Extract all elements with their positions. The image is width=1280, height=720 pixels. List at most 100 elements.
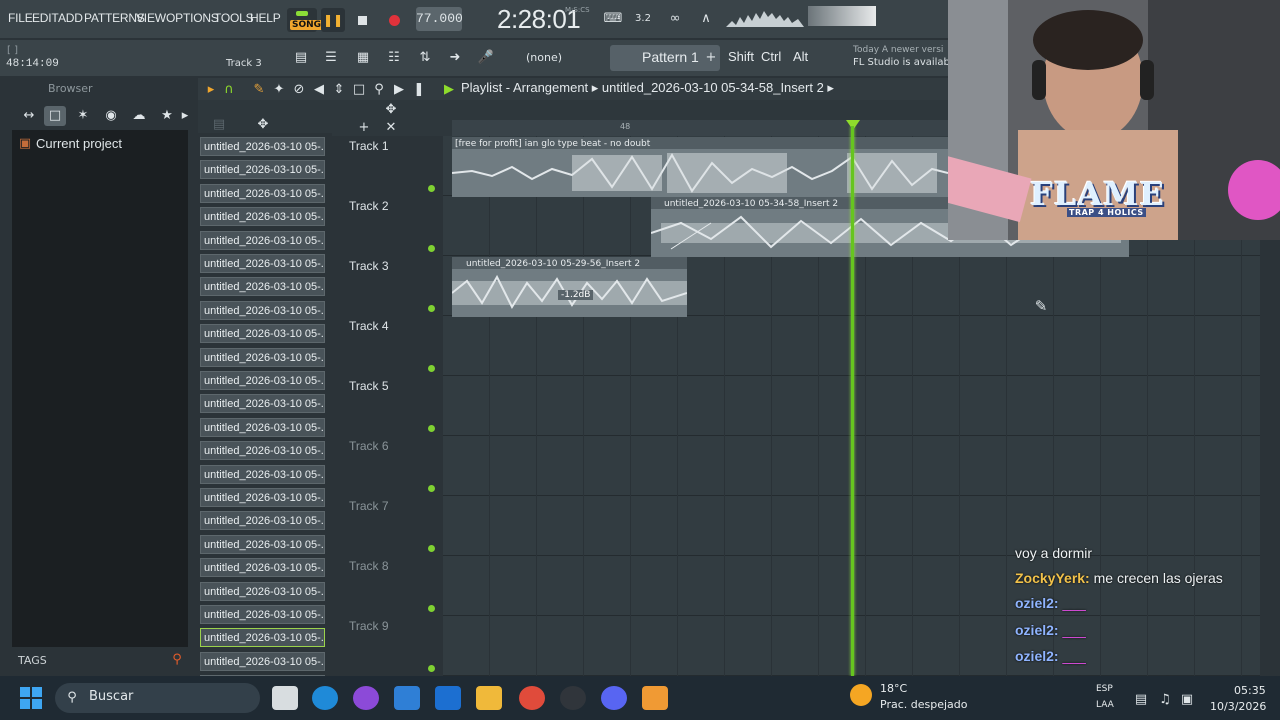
- tags-label[interactable]: TAGS: [18, 654, 47, 667]
- mute-icon[interactable]: ⊘: [288, 80, 310, 100]
- clip-source-item[interactable]: untitled_2026-03-10 05-...: [200, 488, 325, 507]
- track-mute-led[interactable]: [428, 425, 435, 432]
- track-mute-led[interactable]: [428, 545, 435, 552]
- track-mute-led[interactable]: [428, 365, 435, 372]
- playlist-icon[interactable]: ▤: [290, 48, 312, 68]
- song-mode-toggle[interactable]: SONG: [287, 8, 324, 32]
- playback-icon[interactable]: ▶: [388, 80, 410, 100]
- piano-roll-icon[interactable]: ☰: [320, 48, 342, 68]
- zoom-icon[interactable]: ⚲: [368, 80, 390, 100]
- menu-help[interactable]: HELP: [250, 11, 281, 25]
- chevron-right-icon[interactable]: ▸: [174, 106, 196, 126]
- pause-clip-icon[interactable]: ❚: [408, 80, 430, 100]
- clip-source-item[interactable]: untitled_2026-03-10 05-...: [200, 183, 325, 203]
- clip-source-item[interactable]: untitled_2026-03-10 05-...: [200, 441, 325, 461]
- track-mute-led[interactable]: [428, 665, 435, 672]
- snap-icon[interactable]: ∩: [218, 80, 240, 100]
- sort-icon[interactable]: ✶: [72, 106, 94, 126]
- file-icon[interactable]: □: [44, 106, 66, 126]
- lang-layout[interactable]: LAA: [1096, 700, 1114, 710]
- move-icon[interactable]: ✥: [252, 115, 274, 135]
- add-pattern-icon[interactable]: +: [700, 48, 722, 68]
- clip-source-item[interactable]: untitled_2026-03-10 05-...: [200, 371, 325, 390]
- record-button[interactable]: [382, 8, 406, 32]
- alt-button[interactable]: Alt: [793, 49, 808, 64]
- clip-source-item[interactable]: untitled_2026-03-10 05-...: [200, 417, 325, 437]
- edge-icon[interactable]: [312, 686, 338, 710]
- slip-icon[interactable]: ◀: [308, 80, 330, 100]
- clip-source-item[interactable]: untitled_2026-03-10 05-...: [200, 254, 325, 273]
- search-icon[interactable]: ⚲: [166, 650, 188, 670]
- stop-button[interactable]: [350, 8, 374, 32]
- clip-source-item[interactable]: untitled_2026-03-10 05-...: [200, 347, 325, 367]
- fl-studio-icon[interactable]: [642, 686, 668, 710]
- clip-grid-icon[interactable]: ▤: [208, 115, 230, 135]
- network-icon[interactable]: ▤: [1130, 690, 1152, 710]
- clip-source-item[interactable]: untitled_2026-03-10 05-...: [200, 581, 325, 601]
- collapse-icon[interactable]: ↔: [18, 106, 40, 126]
- clip-source-item[interactable]: untitled_2026-03-10 05-...: [200, 207, 325, 227]
- chrome-icon[interactable]: [519, 686, 545, 710]
- menu-add[interactable]: ADD: [58, 11, 83, 25]
- volume-icon[interactable]: ♫: [1154, 690, 1176, 710]
- metronome-icon[interactable]: ∞: [664, 9, 686, 29]
- track-mute-led[interactable]: [428, 305, 435, 312]
- menu-tools[interactable]: TOOLS: [214, 11, 254, 25]
- channel-rack-icon[interactable]: ▦: [352, 48, 374, 68]
- close-icon[interactable]: ✕: [380, 118, 402, 138]
- taskbar-search[interactable]: [55, 683, 260, 713]
- arrow-icon[interactable]: ➜: [444, 48, 466, 68]
- lang-code[interactable]: ESP: [1096, 684, 1113, 694]
- current-project-item[interactable]: Current project: [36, 136, 122, 151]
- track-mute-led[interactable]: [428, 185, 435, 192]
- slice-icon[interactable]: ⇕: [328, 80, 350, 100]
- shift-button[interactable]: Shift: [728, 49, 754, 64]
- clip-source-item[interactable]: untitled_2026-03-10 05-...: [200, 277, 325, 297]
- clock-date[interactable]: 10/3/2026: [1210, 700, 1266, 713]
- pencil-icon[interactable]: ✎: [248, 80, 270, 100]
- folder-icon[interactable]: [476, 686, 502, 710]
- pattern-play-icon[interactable]: ▶: [438, 80, 460, 100]
- clip-source-item[interactable]: untitled_2026-03-10 05-...: [200, 300, 325, 320]
- clip-source-item[interactable]: untitled_2026-03-10 05-...: [200, 651, 325, 671]
- windows-start-icon[interactable]: [20, 687, 42, 709]
- wait-icon[interactable]: ∧: [695, 9, 717, 29]
- cloud-icon[interactable]: ☁: [128, 106, 150, 126]
- battery-icon[interactable]: ▣: [1176, 690, 1198, 710]
- menu-options[interactable]: OPTIONS: [166, 11, 219, 25]
- step-icon[interactable]: 3.2: [632, 9, 654, 29]
- arrows-icon[interactable]: ✥: [380, 100, 402, 120]
- clip-source-item[interactable]: untitled_2026-03-10 05-...: [200, 534, 325, 554]
- clip-source-item[interactable]: untitled_2026-03-10 05-...: [200, 230, 325, 250]
- mic-icon[interactable]: 🎤: [475, 48, 497, 68]
- clip-source-item[interactable]: untitled_2026-03-10 05-...: [200, 137, 325, 156]
- keyboard-icon[interactable]: ⌨: [602, 9, 624, 29]
- obs-icon[interactable]: [560, 686, 586, 710]
- track-mute-led[interactable]: [428, 485, 435, 492]
- ctrl-button[interactable]: Ctrl: [761, 49, 781, 64]
- clip-source-item[interactable]: untitled_2026-03-10 05-...: [200, 324, 325, 344]
- outlook-icon[interactable]: [435, 686, 461, 710]
- copilot-icon[interactable]: [353, 686, 379, 710]
- track-mute-led[interactable]: [428, 245, 435, 252]
- mixer-icon[interactable]: ☷: [383, 48, 405, 68]
- clip-source-item[interactable]: untitled_2026-03-10 05-...: [200, 558, 325, 578]
- clock-time[interactable]: 05:35: [1234, 684, 1266, 697]
- clip-source-item[interactable]: untitled_2026-03-10 05-...: [200, 464, 325, 484]
- plugin-database-icon[interactable]: ◉: [100, 106, 122, 126]
- menu-file[interactable]: FILE: [8, 11, 33, 25]
- clip-source-item[interactable]: untitled_2026-03-10 05-...: [200, 394, 325, 414]
- brush-icon[interactable]: ✦: [268, 80, 290, 100]
- track-mute-led[interactable]: [428, 605, 435, 612]
- master-volume-meter[interactable]: [808, 6, 876, 26]
- menu-edit[interactable]: EDIT: [32, 11, 59, 25]
- add-track-icon[interactable]: +: [353, 118, 375, 138]
- pause-button[interactable]: ❚❚: [321, 8, 345, 32]
- store-icon[interactable]: [394, 686, 420, 710]
- menu-view[interactable]: VIEW: [136, 11, 166, 25]
- tempo-display[interactable]: 77.000: [416, 7, 463, 31]
- clip-source-item[interactable]: untitled_2026-03-10 05-...: [200, 628, 325, 648]
- clip-source-item[interactable]: untitled_2026-03-10 05-...: [200, 511, 325, 531]
- discord-icon[interactable]: [601, 686, 627, 710]
- select-icon[interactable]: □: [348, 80, 370, 100]
